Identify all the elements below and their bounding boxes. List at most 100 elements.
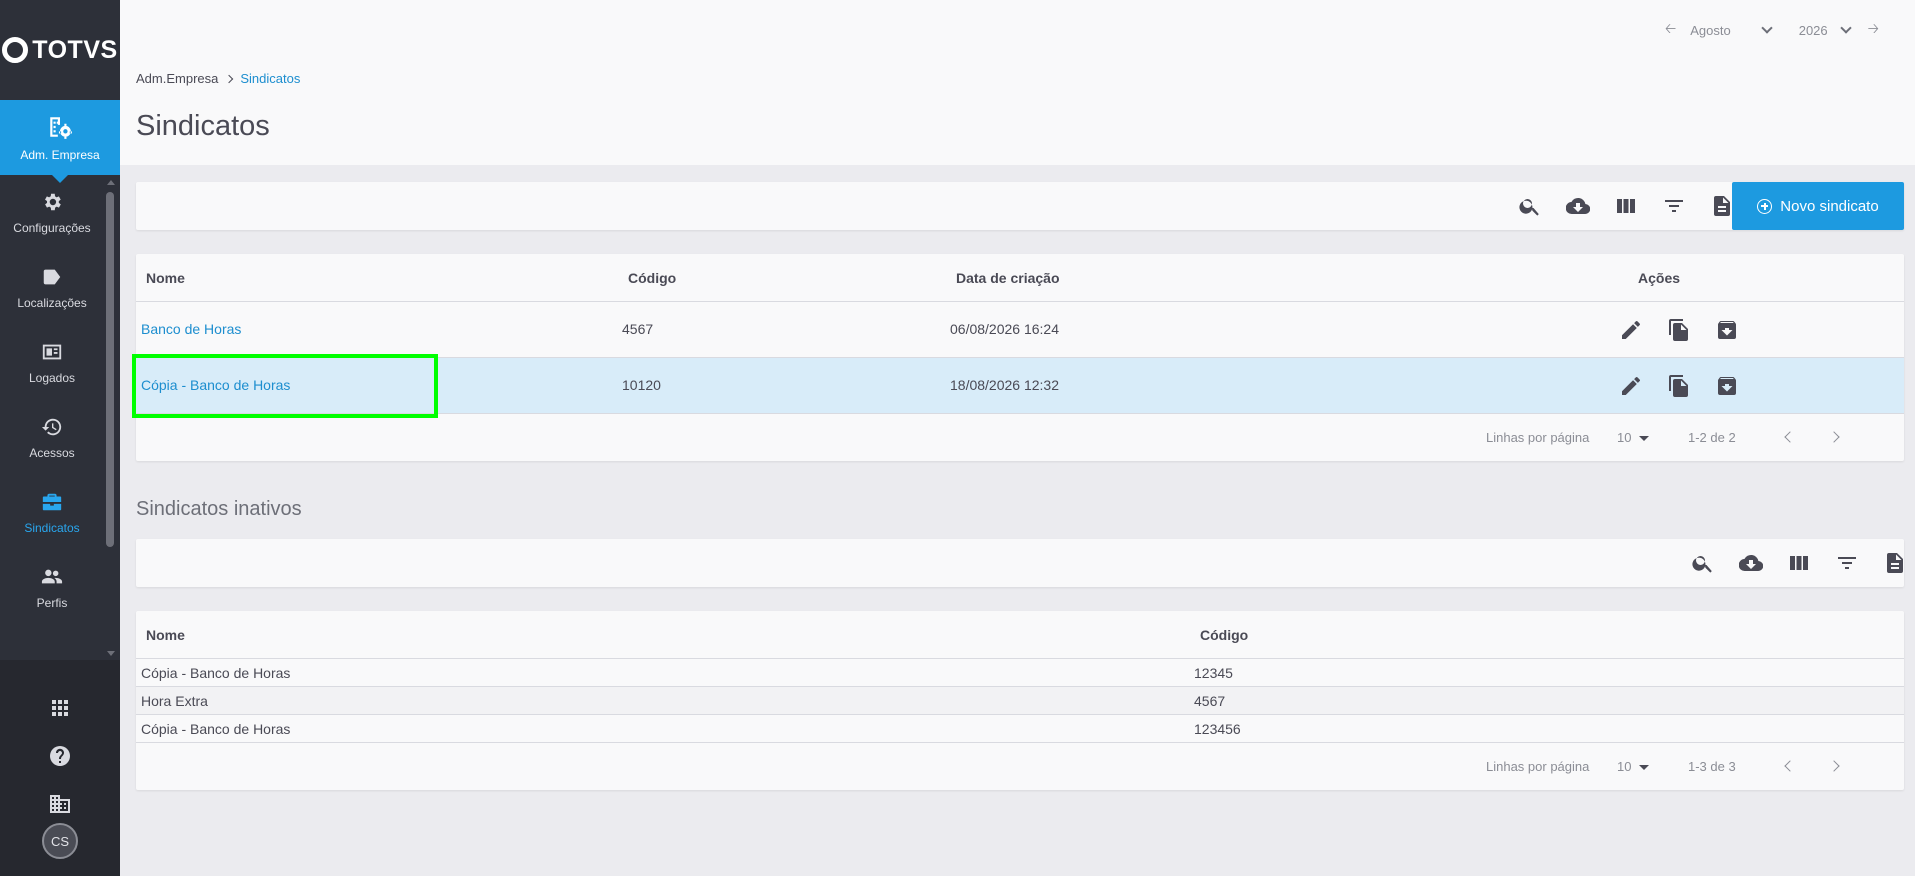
add-circle-icon — [1757, 198, 1773, 214]
column-header-data-criacao[interactable]: Data de criação — [956, 270, 1060, 286]
history-icon — [41, 418, 62, 435]
rows-per-page-label: Linhas por página — [1486, 430, 1590, 445]
scroll-up-arrow-icon[interactable] — [107, 180, 115, 185]
pagination: Linhas por página 10 1-3 de 3 — [136, 743, 1904, 790]
next-page-icon[interactable] — [1828, 760, 1840, 772]
new-sindicato-label: Novo sindicato — [1780, 197, 1879, 215]
main-content: 🡠 Agosto 2026 🡢 Adm.Empresa Sindicatos S… — [120, 0, 1915, 876]
cloud-download-icon[interactable] — [1738, 551, 1764, 575]
search-icon[interactable] — [1518, 194, 1542, 218]
rows-per-page-select[interactable]: 10 — [1617, 759, 1650, 774]
sindicato-name: Cópia - Banco de Horas — [141, 665, 291, 681]
month-select[interactable]: Agosto — [1690, 23, 1730, 38]
page-title: Sindicatos — [136, 110, 270, 142]
sindicato-code: 10120 — [622, 377, 661, 393]
column-header-codigo[interactable]: Código — [1200, 627, 1248, 643]
scroll-down-arrow-icon[interactable] — [107, 651, 115, 656]
page-range: 1-3 de 3 — [1688, 759, 1736, 774]
sidebar: TOTVS Adm. Empresa Configurações Localiz… — [0, 0, 120, 876]
prev-page-icon[interactable] — [1784, 431, 1796, 443]
gear-icon — [45, 193, 61, 210]
scroll-thumb[interactable] — [106, 192, 114, 547]
caret-down-icon — [1639, 436, 1650, 442]
sidebar-item-label: Acessos — [29, 445, 75, 460]
filter-icon[interactable] — [1662, 194, 1686, 218]
sidebar-item-label: Adm. Empresa — [20, 147, 100, 162]
pagination: Linhas por página 10 1-2 de 2 — [136, 414, 1904, 461]
archive-icon[interactable] — [1715, 318, 1739, 342]
period-selector: 🡠 Agosto 2026 🡢 — [1665, 18, 1879, 42]
sidebar-item-acessos[interactable]: Acessos — [0, 400, 104, 475]
next-page-icon[interactable] — [1828, 431, 1840, 443]
sidebar-item-configuracoes[interactable]: Configurações — [0, 175, 104, 250]
table-row[interactable]: Cópia - Banco de Horas 123456 — [136, 715, 1904, 743]
prev-page-icon[interactable] — [1784, 760, 1796, 772]
table-row[interactable]: Cópia - Banco de Horas 10120 18/08/2026 … — [132, 354, 1904, 418]
sindicato-name-link[interactable]: Cópia - Banco de Horas — [141, 377, 290, 393]
logo-text: TOTVS — [32, 35, 118, 64]
building-gear-icon — [50, 116, 72, 139]
chevron-right-icon — [225, 74, 234, 83]
inactive-section-title: Sindicatos inativos — [136, 498, 302, 520]
sindicato-name: Cópia - Banco de Horas — [141, 721, 291, 737]
sidebar-item-logados[interactable]: Logados — [0, 325, 104, 400]
sindicato-code: 123456 — [1194, 721, 1241, 737]
help-icon[interactable] — [48, 744, 72, 768]
sidebar-item-label: Configurações — [13, 220, 91, 235]
column-header-nome[interactable]: Nome — [146, 270, 185, 286]
copy-icon[interactable] — [1667, 318, 1691, 342]
filter-icon[interactable] — [1835, 551, 1859, 575]
sindicato-name-link[interactable]: Banco de Horas — [141, 321, 241, 337]
sidebar-scrollbar[interactable] — [104, 178, 116, 656]
table-row[interactable]: Hora Extra 4567 — [136, 687, 1904, 715]
sidebar-item-adm-empresa[interactable]: Adm. Empresa — [0, 100, 120, 183]
breadcrumb-root[interactable]: Adm.Empresa — [136, 71, 218, 86]
avatar[interactable]: CS — [42, 823, 78, 859]
breadcrumb: Adm.Empresa Sindicatos — [136, 71, 300, 86]
caret-down-icon — [1639, 765, 1650, 771]
archive-icon[interactable] — [1715, 374, 1739, 398]
sindicato-code: 4567 — [622, 321, 654, 337]
arrow-left-icon[interactable]: 🡠 — [1665, 18, 1676, 42]
table-header: Nome Código — [136, 611, 1904, 659]
arrow-right-icon[interactable]: 🡢 — [1868, 18, 1879, 42]
chevron-down-icon[interactable] — [1839, 22, 1852, 34]
columns-icon[interactable] — [1787, 551, 1811, 575]
table-row[interactable]: Cópia - Banco de Horas 12345 — [136, 659, 1904, 687]
copy-icon[interactable] — [1667, 374, 1691, 398]
rows-per-page-value: 10 — [1617, 430, 1632, 445]
apps-grid-icon[interactable] — [48, 696, 72, 720]
totvs-logo-mark — [2, 37, 29, 63]
rows-per-page-select[interactable]: 10 — [1617, 430, 1650, 445]
sidebar-bottom: CS — [0, 660, 120, 876]
sidebar-item-sindicatos[interactable]: Sindicatos — [0, 475, 104, 550]
sindicato-code: 12345 — [1194, 665, 1233, 681]
new-sindicato-button[interactable]: Novo sindicato — [1732, 182, 1904, 230]
sidebar-item-localizacoes[interactable]: Localizações — [0, 250, 104, 325]
sidebar-item-perfis[interactable]: Perfis — [0, 550, 104, 625]
inactive-sindicatos-table: Nome Código Cópia - Banco de Horas 12345… — [136, 611, 1904, 790]
rows-per-page-value: 10 — [1617, 759, 1632, 774]
sidebar-item-label: Sindicatos — [24, 520, 80, 535]
inactive-table-toolbar — [136, 539, 1904, 587]
search-icon[interactable] — [1691, 551, 1715, 575]
document-icon[interactable] — [1883, 551, 1903, 575]
sindicato-created: 06/08/2026 16:24 — [950, 321, 1059, 337]
document-icon[interactable] — [1710, 194, 1734, 218]
cloud-download-icon[interactable] — [1565, 194, 1591, 218]
edit-icon[interactable] — [1619, 318, 1643, 342]
table-row[interactable]: Banco de Horas 4567 06/08/2026 16:24 — [136, 302, 1904, 358]
chevron-down-icon[interactable] — [1761, 22, 1773, 34]
sindicato-created: 18/08/2026 12:32 — [950, 377, 1059, 393]
breadcrumb-current: Sindicatos — [240, 71, 301, 86]
year-select[interactable]: 2026 — [1799, 23, 1828, 38]
page-header: 🡠 Agosto 2026 🡢 Adm.Empresa Sindicatos S… — [120, 0, 1915, 165]
columns-icon[interactable] — [1614, 194, 1638, 218]
sidebar-item-label: Logados — [28, 370, 76, 385]
company-building-icon[interactable] — [48, 792, 72, 816]
active-table-toolbar: Novo sindicato — [136, 182, 1904, 230]
edit-icon[interactable] — [1619, 374, 1643, 398]
column-header-nome[interactable]: Nome — [146, 627, 185, 643]
totvs-logo[interactable]: TOTVS — [0, 0, 120, 100]
column-header-codigo[interactable]: Código — [628, 270, 676, 286]
